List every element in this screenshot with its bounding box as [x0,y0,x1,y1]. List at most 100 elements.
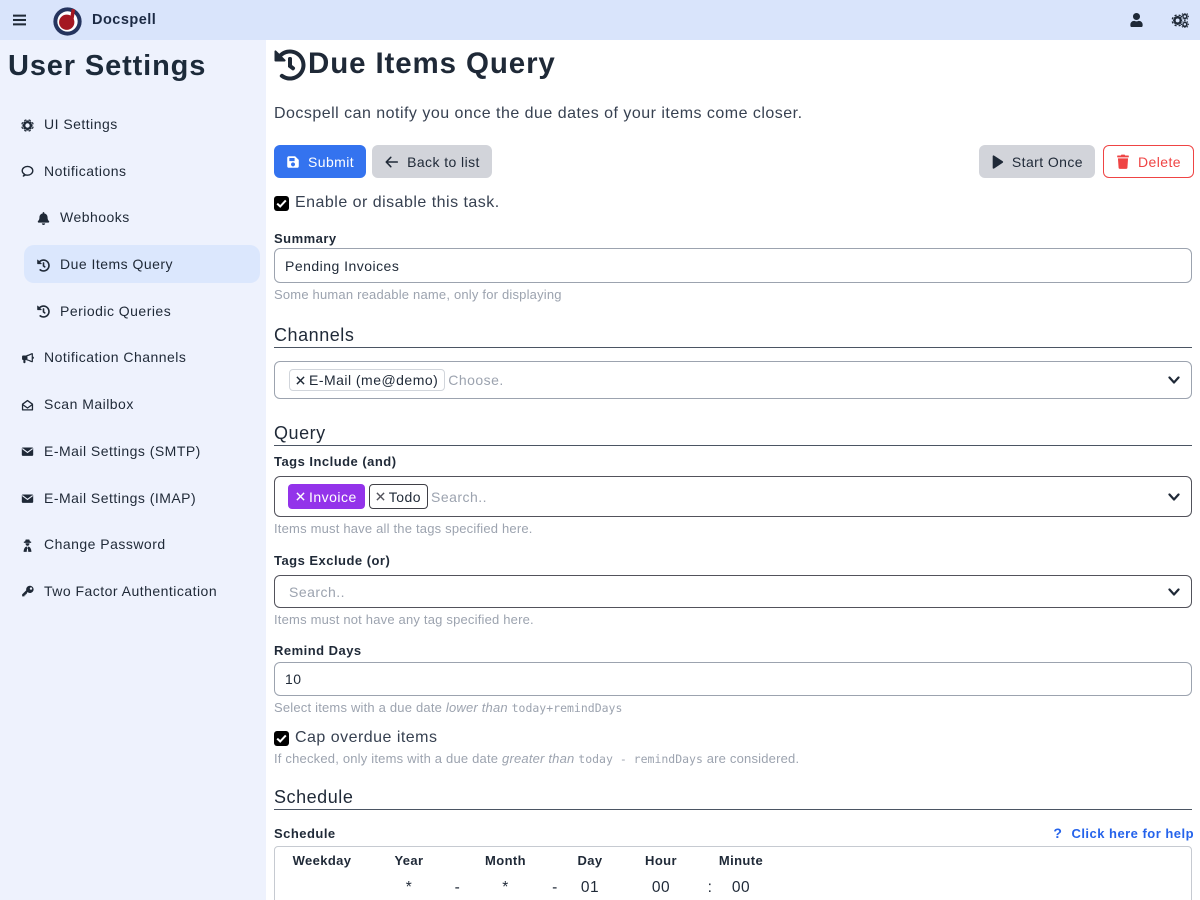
tags-include-help: Items must have all the tags specified h… [274,521,1192,536]
chevron-down-icon [1168,493,1180,502]
summary-label: Summary [274,231,1192,246]
sidebar-item-label: Notifications [44,163,127,179]
main-content: Due Items Query Docspell can notify you … [266,40,1200,900]
tags-include-select[interactable]: Invoice Todo Search.. [274,476,1192,517]
question-icon: ? [1053,825,1062,841]
sidebar-item-notifications[interactable]: Notifications [8,152,260,190]
schedule-divider [274,809,1192,810]
remind-days-input[interactable]: 10 [274,662,1192,696]
sidebar-item-email-imap[interactable]: E-Mail Settings (IMAP) [8,479,260,517]
col-year: Year [369,847,449,872]
envelope-open-icon [20,398,34,412]
remind-days-field: Remind Days 10 Select items with a due d… [274,643,1192,716]
sidebar-item-label: UI Settings [44,116,118,132]
check-icon [274,731,289,746]
start-once-label: Start Once [1012,154,1083,170]
bullhorn-icon [20,351,34,365]
remove-icon[interactable] [376,492,385,501]
delete-label: Delete [1138,154,1181,170]
sidebar-nav: UI Settings Notifications Webhooks Due I… [0,105,266,610]
remove-icon[interactable] [296,492,305,501]
sidebar-item-periodic-queries[interactable]: Periodic Queries [24,292,260,330]
schedule-grid: Weekday Year Month Day Hour Minute * - *… [275,847,769,897]
content-shell: User Settings UI Settings Notifications … [0,40,1200,900]
enable-checkbox-label: Enable or disable this task. [295,194,500,212]
sidebar-title: User Settings [8,50,266,83]
enable-checkbox[interactable] [274,196,289,211]
schedule-label-row: Schedule ?Click here for help [274,825,1192,841]
remove-icon[interactable] [296,376,305,385]
menu-icon[interactable] [13,13,26,27]
delete-button[interactable]: Delete [1103,145,1194,178]
col-separator [545,847,565,872]
check-icon [274,196,289,211]
sidebar-item-scan-mailbox[interactable]: Scan Mailbox [8,385,260,423]
minute-value[interactable]: 00 [713,872,769,897]
chevron-down-icon [1168,376,1180,385]
channel-chip[interactable]: E-Mail (me@demo) [289,369,445,391]
tags-exclude-placeholder: Search.. [289,584,345,600]
bell-icon [36,211,50,225]
page-description: Docspell can notify you once the due dat… [274,105,1192,123]
col-separator [449,847,466,872]
sidebar-item-label: Periodic Queries [60,303,171,319]
summary-field: Summary Pending Invoices Some human read… [274,231,1192,302]
user-icon[interactable] [1130,13,1143,27]
topbar: Docspell [0,0,1200,40]
enable-checkbox-row: Enable or disable this task. [274,194,1192,212]
col-day: Day [565,847,615,872]
separator: - [545,872,565,897]
tags-exclude-label: Tags Exclude (or) [274,553,1192,568]
tags-include-label: Tags Include (and) [274,454,1192,469]
chevron-down-icon [1168,588,1180,597]
summary-input[interactable]: Pending Invoices [274,248,1192,283]
brand-name[interactable]: Docspell [92,12,156,28]
submit-button[interactable]: Submit [274,145,366,178]
page-title: Due Items Query [274,49,1192,81]
sidebar-item-webhooks[interactable]: Webhooks [24,198,260,236]
tags-exclude-field: Tags Exclude (or) Search.. Items must no… [274,553,1192,627]
schedule-heading: Schedule [274,785,1192,809]
trash-icon [1116,154,1130,169]
schedule-table: Weekday Year Month Day Hour Minute * - *… [274,846,1192,900]
table-header-row: Weekday Year Month Day Hour Minute [275,847,769,872]
page-title-text: Due Items Query [308,49,556,79]
sidebar-item-ui-settings[interactable]: UI Settings [8,105,260,143]
tag-chip-invoice[interactable]: Invoice [288,484,365,509]
sidebar-item-notification-channels[interactable]: Notification Channels [8,338,260,376]
tags-exclude-help: Items must not have any tag specified he… [274,612,1192,627]
sidebar-item-label: Two Factor Authentication [44,583,217,599]
weekday-value[interactable] [275,872,369,897]
schedule-help-link[interactable]: ?Click here for help [1053,825,1194,841]
history-icon [36,258,50,272]
col-minute: Minute [713,847,769,872]
sidebar-item-label: E-Mail Settings (SMTP) [44,443,201,459]
docspell-logo [52,5,83,36]
cap-overdue-label: Cap overdue items [295,729,437,747]
sidebar-item-email-smtp[interactable]: E-Mail Settings (SMTP) [8,432,260,470]
sidebar: User Settings UI Settings Notifications … [0,40,266,900]
cap-overdue-checkbox[interactable] [274,731,289,746]
cap-overdue-row: Cap overdue items [274,729,1192,747]
cog-icon [20,118,34,132]
remind-days-label: Remind Days [274,643,1192,658]
tag-chip-todo[interactable]: Todo [369,484,428,509]
history-icon [274,49,306,81]
channels-select[interactable]: E-Mail (me@demo) Choose. [274,361,1192,399]
sidebar-item-label: Webhooks [60,209,130,225]
year-value[interactable]: * [369,872,449,897]
col-hour: Hour [615,847,707,872]
back-to-list-button[interactable]: Back to list [372,145,492,178]
tags-exclude-select[interactable]: Search.. [274,575,1192,608]
day-value[interactable]: 01 [565,872,615,897]
table-value-row: * - * - 01 00 : 00 [275,872,769,897]
sidebar-item-change-password[interactable]: Change Password [8,525,260,563]
sidebar-item-two-factor[interactable]: Two Factor Authentication [8,572,260,610]
hour-value[interactable]: 00 [615,872,707,897]
col-weekday: Weekday [275,847,369,872]
start-once-button[interactable]: Start Once [979,145,1095,178]
sidebar-item-due-items-query[interactable]: Due Items Query [24,245,260,283]
user-secret-icon [20,538,34,552]
month-value[interactable]: * [466,872,545,897]
gears-icon[interactable] [1171,13,1189,28]
